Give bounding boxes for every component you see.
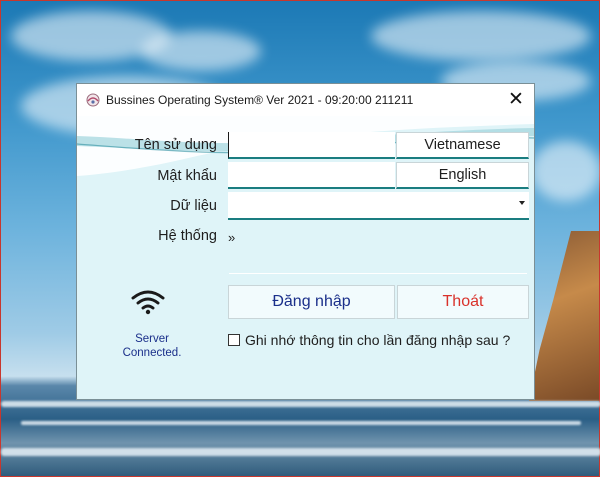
vietnamese-button[interactable]: Vietnamese xyxy=(396,132,529,159)
server-status-line1: Server xyxy=(135,333,169,345)
password-label: Mật khẩu xyxy=(157,168,217,184)
cliff xyxy=(529,231,599,401)
wifi-icon xyxy=(131,290,165,315)
exit-button[interactable]: Thoát xyxy=(397,285,529,319)
remember-checkbox[interactable] xyxy=(228,334,240,346)
wave xyxy=(1,448,600,456)
login-dialog: Bussines Operating System® Ver 2021 - 09… xyxy=(76,83,535,400)
separator-line xyxy=(229,273,527,274)
wave xyxy=(21,421,581,425)
login-button[interactable]: Đăng nhập xyxy=(228,285,395,319)
close-icon[interactable]: ✕ xyxy=(502,88,530,112)
app-icon xyxy=(86,93,100,107)
remember-label[interactable]: Ghi nhớ thông tin cho lần đăng nhập sau … xyxy=(245,332,510,348)
system-expand-link[interactable]: » xyxy=(228,230,235,245)
cloud xyxy=(531,141,600,201)
wave xyxy=(1,401,600,407)
username-label: Tên sử dụng xyxy=(134,137,217,153)
title-bar[interactable]: Bussines Operating System® Ver 2021 - 09… xyxy=(77,84,534,116)
data-select[interactable] xyxy=(228,192,529,220)
data-label: Dữ liệu xyxy=(170,198,217,214)
server-status-line2: Connected. xyxy=(122,347,182,359)
username-input[interactable] xyxy=(228,132,395,159)
english-button[interactable]: English xyxy=(396,162,529,189)
system-label: Hệ thống xyxy=(158,228,217,244)
cloud xyxy=(141,31,261,71)
dropdown-arrow-icon[interactable] xyxy=(519,201,525,205)
window-title: Bussines Operating System® Ver 2021 - 09… xyxy=(106,93,414,107)
password-input[interactable] xyxy=(228,162,395,189)
cloud xyxy=(371,11,591,61)
